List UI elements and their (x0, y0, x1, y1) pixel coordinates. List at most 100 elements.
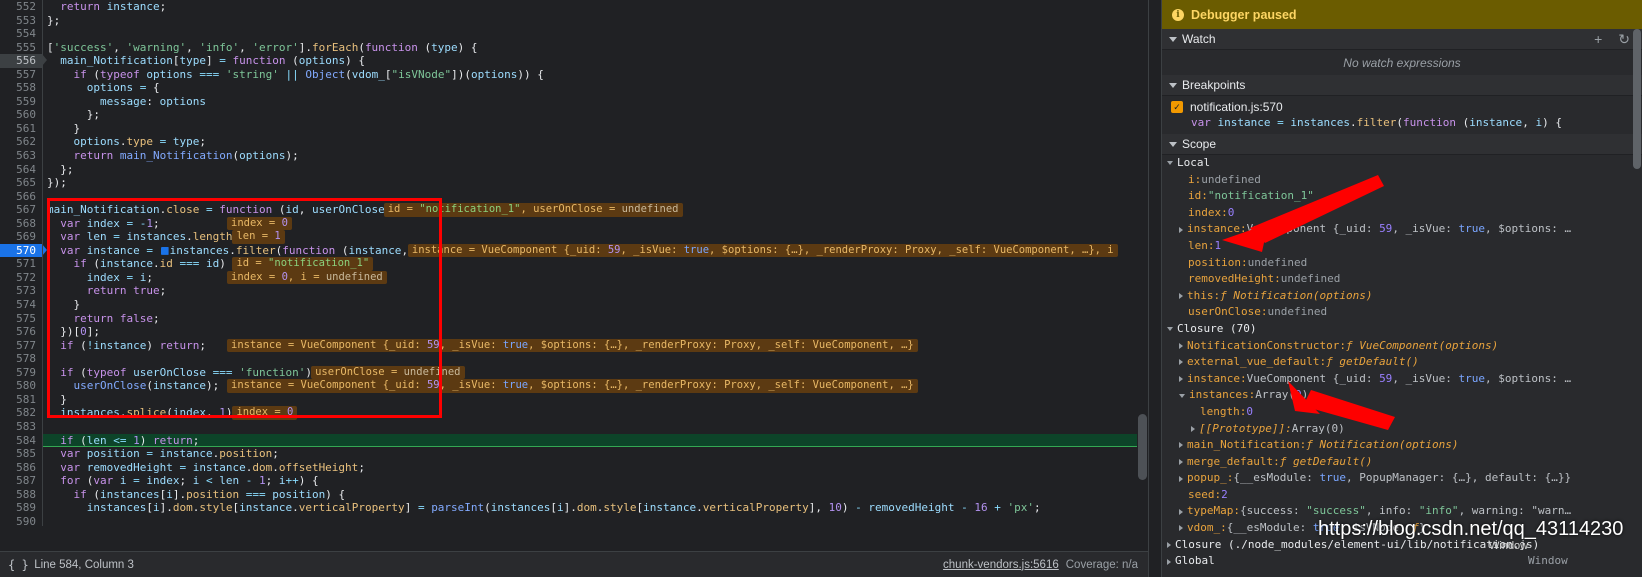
code-line[interactable]: 582 instances.splice(index, 1);index = 0 (0, 406, 1148, 420)
code-line[interactable]: 579 if (typeof userOnClose === 'function… (0, 365, 1148, 380)
scope-entry[interactable]: seed: 2 (1162, 487, 1642, 504)
line-number[interactable]: 578 (0, 352, 42, 366)
code-line[interactable]: 558 options = { (0, 81, 1148, 95)
scope-group-header[interactable]: Local (1162, 155, 1642, 172)
code-line[interactable]: 585 var position = instance.position; (0, 447, 1148, 461)
line-number[interactable]: 573 (0, 284, 42, 299)
line-number[interactable]: 586 (0, 460, 42, 475)
line-number[interactable]: 568 (0, 216, 42, 231)
scope-entry[interactable]: i: undefined (1162, 172, 1642, 189)
editor-scrollbar-thumb[interactable] (1138, 414, 1147, 480)
line-number[interactable]: 571 (0, 257, 42, 271)
watch-section-header[interactable]: Watch + ↻ (1162, 29, 1642, 50)
code-line[interactable]: 578 (0, 352, 1148, 366)
chevron-down-icon[interactable] (1179, 393, 1185, 398)
code-line[interactable]: 588 if (instances[i].position === positi… (0, 487, 1148, 502)
scope-entry[interactable]: popup_: {__esModule: true, PopupManager:… (1162, 470, 1642, 487)
line-number[interactable]: 558 (0, 81, 42, 95)
code-line[interactable]: 581 } (0, 392, 1148, 407)
code-line[interactable]: 553}; (0, 13, 1148, 28)
chevron-right-icon[interactable] (1179, 293, 1183, 300)
scope-group-header[interactable]: Closure (70) (1162, 321, 1642, 338)
debugger-vertical-scrollbar[interactable] (1632, 29, 1642, 577)
chevron-right-icon[interactable] (1179, 359, 1183, 366)
line-number[interactable]: 555 (0, 40, 42, 55)
debugger-scrollbar-thumb[interactable] (1633, 29, 1641, 169)
scope-section-header[interactable]: Scope (1162, 134, 1642, 155)
code-line[interactable]: 557 if (typeof options === 'string' || O… (0, 67, 1148, 82)
code-line[interactable]: 583 (0, 419, 1148, 434)
panel-resizer-rail[interactable] (1148, 0, 1161, 577)
line-number[interactable]: 576 (0, 325, 42, 339)
line-number[interactable]: 565 (0, 176, 42, 190)
code-line[interactable]: 555 ['success', 'warning', 'info', 'error… (0, 40, 1148, 55)
scope-entry[interactable]: removedHeight: undefined (1162, 271, 1642, 288)
line-number[interactable]: 589 (0, 501, 42, 515)
scope-entry[interactable]: merge_default: ƒ getDefault() (1162, 454, 1642, 471)
code-line[interactable]: 573 return true; (0, 284, 1148, 299)
line-number[interactable]: 587 (0, 474, 42, 488)
plus-icon[interactable]: + (1594, 32, 1602, 46)
pretty-print-icon[interactable]: { } (8, 558, 29, 572)
line-number[interactable]: 590 (0, 514, 42, 526)
line-number[interactable]: 572 (0, 270, 42, 285)
line-number[interactable]: 577 (0, 338, 42, 353)
scope-group-header[interactable]: Global Window (1162, 553, 1642, 570)
line-number[interactable]: 582 (0, 406, 42, 420)
code-line[interactable]: 580 userOnClose(instance); instance = Vue… (0, 379, 1148, 393)
chevron-right-icon[interactable] (1179, 458, 1183, 465)
code-line[interactable]: 584 if (len <= 1) return; (0, 433, 1148, 448)
code-line[interactable]: 570 var instance = instances.filter(func… (0, 243, 1148, 258)
line-number[interactable]: 567 (0, 203, 42, 217)
line-number[interactable]: 561 (0, 121, 42, 136)
code-line[interactable]: 569 var len = instances.length;len = 1 (0, 230, 1148, 244)
code-line[interactable]: 566 (0, 189, 1148, 204)
editor-vertical-scrollbar[interactable] (1137, 0, 1148, 526)
chevron-right-icon[interactable] (1179, 475, 1183, 482)
code-line[interactable]: 571 if (instance.id === id) {id = "notif… (0, 257, 1148, 271)
line-number[interactable]: 579 (0, 365, 42, 380)
scope-entry[interactable]: len: 1 (1162, 238, 1642, 255)
scope-entry[interactable]: length: 0 (1162, 404, 1642, 421)
line-number[interactable]: 580 (0, 379, 42, 393)
scope-entry[interactable]: instances: Array(0) (1162, 387, 1642, 404)
code-lines[interactable]: 552 return instance; 553}; 554 555 ['success… (0, 0, 1148, 526)
chevron-right-icon[interactable] (1179, 226, 1183, 233)
code-line[interactable]: 556 main_Notification[type] = function (… (0, 54, 1148, 68)
line-number[interactable]: 564 (0, 162, 42, 177)
line-number[interactable]: 585 (0, 447, 42, 461)
scope-entry[interactable]: userOnClose: undefined (1162, 304, 1642, 321)
code-line[interactable]: 554 (0, 27, 1148, 41)
breakpoint-checkbox[interactable]: ✓ (1171, 101, 1183, 113)
code-line[interactable]: 562 options.type = type; (0, 135, 1148, 150)
breakpoint-row[interactable]: ✓ notification.js:570 (1162, 100, 1642, 114)
line-number[interactable]: 553 (0, 13, 42, 28)
chevron-right-icon[interactable] (1191, 425, 1195, 432)
code-line[interactable]: 572 index = i; index = 0, i = undefined (0, 270, 1148, 285)
scope-entry[interactable]: id: "notification_1" (1162, 188, 1642, 205)
code-line[interactable]: 575 return false; (0, 311, 1148, 326)
code-line[interactable]: 567 main_Notification.close = function (i… (0, 203, 1148, 217)
code-line[interactable]: 560 }; (0, 108, 1148, 122)
source-file-link[interactable]: chunk-vendors.js:5616 (943, 559, 1059, 571)
breakpoints-section-header[interactable]: Breakpoints (1162, 75, 1642, 96)
code-line[interactable]: 574 } (0, 298, 1148, 312)
line-number[interactable]: 570 (0, 243, 47, 258)
code-line[interactable]: 576 })[0]; (0, 325, 1148, 339)
chevron-right-icon[interactable] (1179, 508, 1183, 515)
code-viewport[interactable]: 552 return instance; 553}; 554 555 ['success… (0, 0, 1148, 526)
line-number[interactable]: 557 (0, 67, 42, 82)
code-line[interactable]: 564 }; (0, 162, 1148, 177)
code-line[interactable]: 587 for (var i = index; i < len - 1; i++… (0, 474, 1148, 488)
chevron-right-icon[interactable] (1179, 525, 1183, 532)
breakpoint-location[interactable]: notification.js:570 (1190, 100, 1283, 114)
line-number[interactable]: 559 (0, 94, 42, 109)
chevron-right-icon[interactable] (1179, 376, 1183, 383)
line-number[interactable]: 560 (0, 108, 42, 122)
scope-entry[interactable]: external_vue_default: ƒ getDefault() (1162, 354, 1642, 371)
scope-entry[interactable]: NotificationConstructor: ƒ VueComponent(… (1162, 338, 1642, 355)
line-number[interactable]: 566 (0, 189, 42, 204)
refresh-icon[interactable]: ↻ (1618, 32, 1630, 46)
line-number[interactable]: 574 (0, 298, 42, 312)
line-number[interactable]: 552 (0, 0, 42, 14)
